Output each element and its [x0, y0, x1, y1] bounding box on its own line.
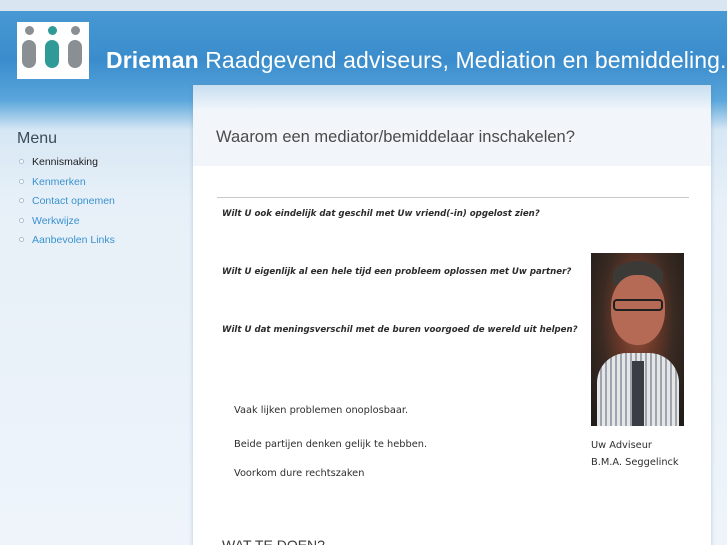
page-title: Waarom een mediator/bemiddelaar inschake… — [216, 128, 575, 146]
top-strip — [0, 0, 727, 11]
logo-body-right — [68, 40, 82, 68]
section-heading: WAT TE DOEN? — [222, 537, 325, 545]
three-people-logo-icon[interactable] — [17, 22, 89, 79]
sidebar-menu: Kennismaking Kenmerken Contact opnemen W… — [18, 154, 115, 252]
photo-tie — [632, 361, 644, 426]
sidebar-item-kenmerken[interactable]: Kenmerken — [18, 174, 115, 194]
paragraph-text: Voorkom dure rechtszaken — [234, 468, 365, 479]
logo-head-left — [25, 26, 34, 35]
bullet-icon — [19, 217, 24, 223]
question-text: Wilt U dat meningsverschil met de buren … — [222, 325, 578, 335]
photo-caption-name: B.M.A. Seggelinck — [591, 457, 679, 468]
bullet-icon — [19, 237, 24, 242]
sidebar-item-label[interactable]: Kennismaking — [32, 156, 98, 168]
logo-body-left — [22, 40, 36, 68]
sidebar-item-label[interactable]: Aanbevolen Links — [32, 234, 115, 246]
logo-head-right — [71, 26, 80, 35]
sidebar-item-label[interactable]: Werkwijze — [32, 215, 80, 227]
logo-body-middle — [45, 40, 59, 68]
sidebar-item-label[interactable]: Contact opnemen — [32, 195, 115, 207]
advisor-photo — [591, 253, 684, 426]
sidebar: Menu Kennismaking Kenmerken Contact opne… — [0, 110, 194, 545]
question-text: Wilt U ook eindelijk dat geschil met Uw … — [222, 209, 540, 219]
question-text: Wilt U eigenlijk al een hele tijd een pr… — [222, 267, 572, 277]
content-top-gradient — [193, 85, 711, 111]
logo-head-middle — [48, 26, 57, 35]
brand-tagline: Raadgevend adviseurs, Mediation en bemid… — [198, 47, 727, 73]
bullet-icon — [19, 159, 24, 164]
bullet-icon — [19, 198, 24, 203]
bullet-icon — [19, 178, 24, 184]
sidebar-item-label[interactable]: Kenmerken — [32, 176, 86, 188]
divider — [217, 197, 689, 198]
photo-glasses — [613, 299, 663, 311]
paragraph-text: Beide partijen denken gelijk te hebben. — [234, 439, 428, 450]
sidebar-item-contact[interactable]: Contact opnemen — [18, 193, 115, 213]
main-content: Waarom een mediator/bemiddelaar inschake… — [193, 85, 711, 545]
sidebar-item-links[interactable]: Aanbevolen Links — [18, 232, 115, 252]
sidebar-item-werkwijze[interactable]: Werkwijze — [18, 213, 115, 233]
sidebar-item-kennismaking[interactable]: Kennismaking — [18, 154, 115, 174]
site-title: Drieman Raadgevend adviseurs, Mediation … — [106, 47, 726, 74]
photo-caption-role: Uw Adviseur — [591, 440, 652, 451]
brand-name: Drieman — [106, 47, 199, 73]
menu-title: Menu — [17, 130, 58, 147]
paragraph-text: Vaak lijken problemen onoplosbaar. — [234, 405, 409, 416]
